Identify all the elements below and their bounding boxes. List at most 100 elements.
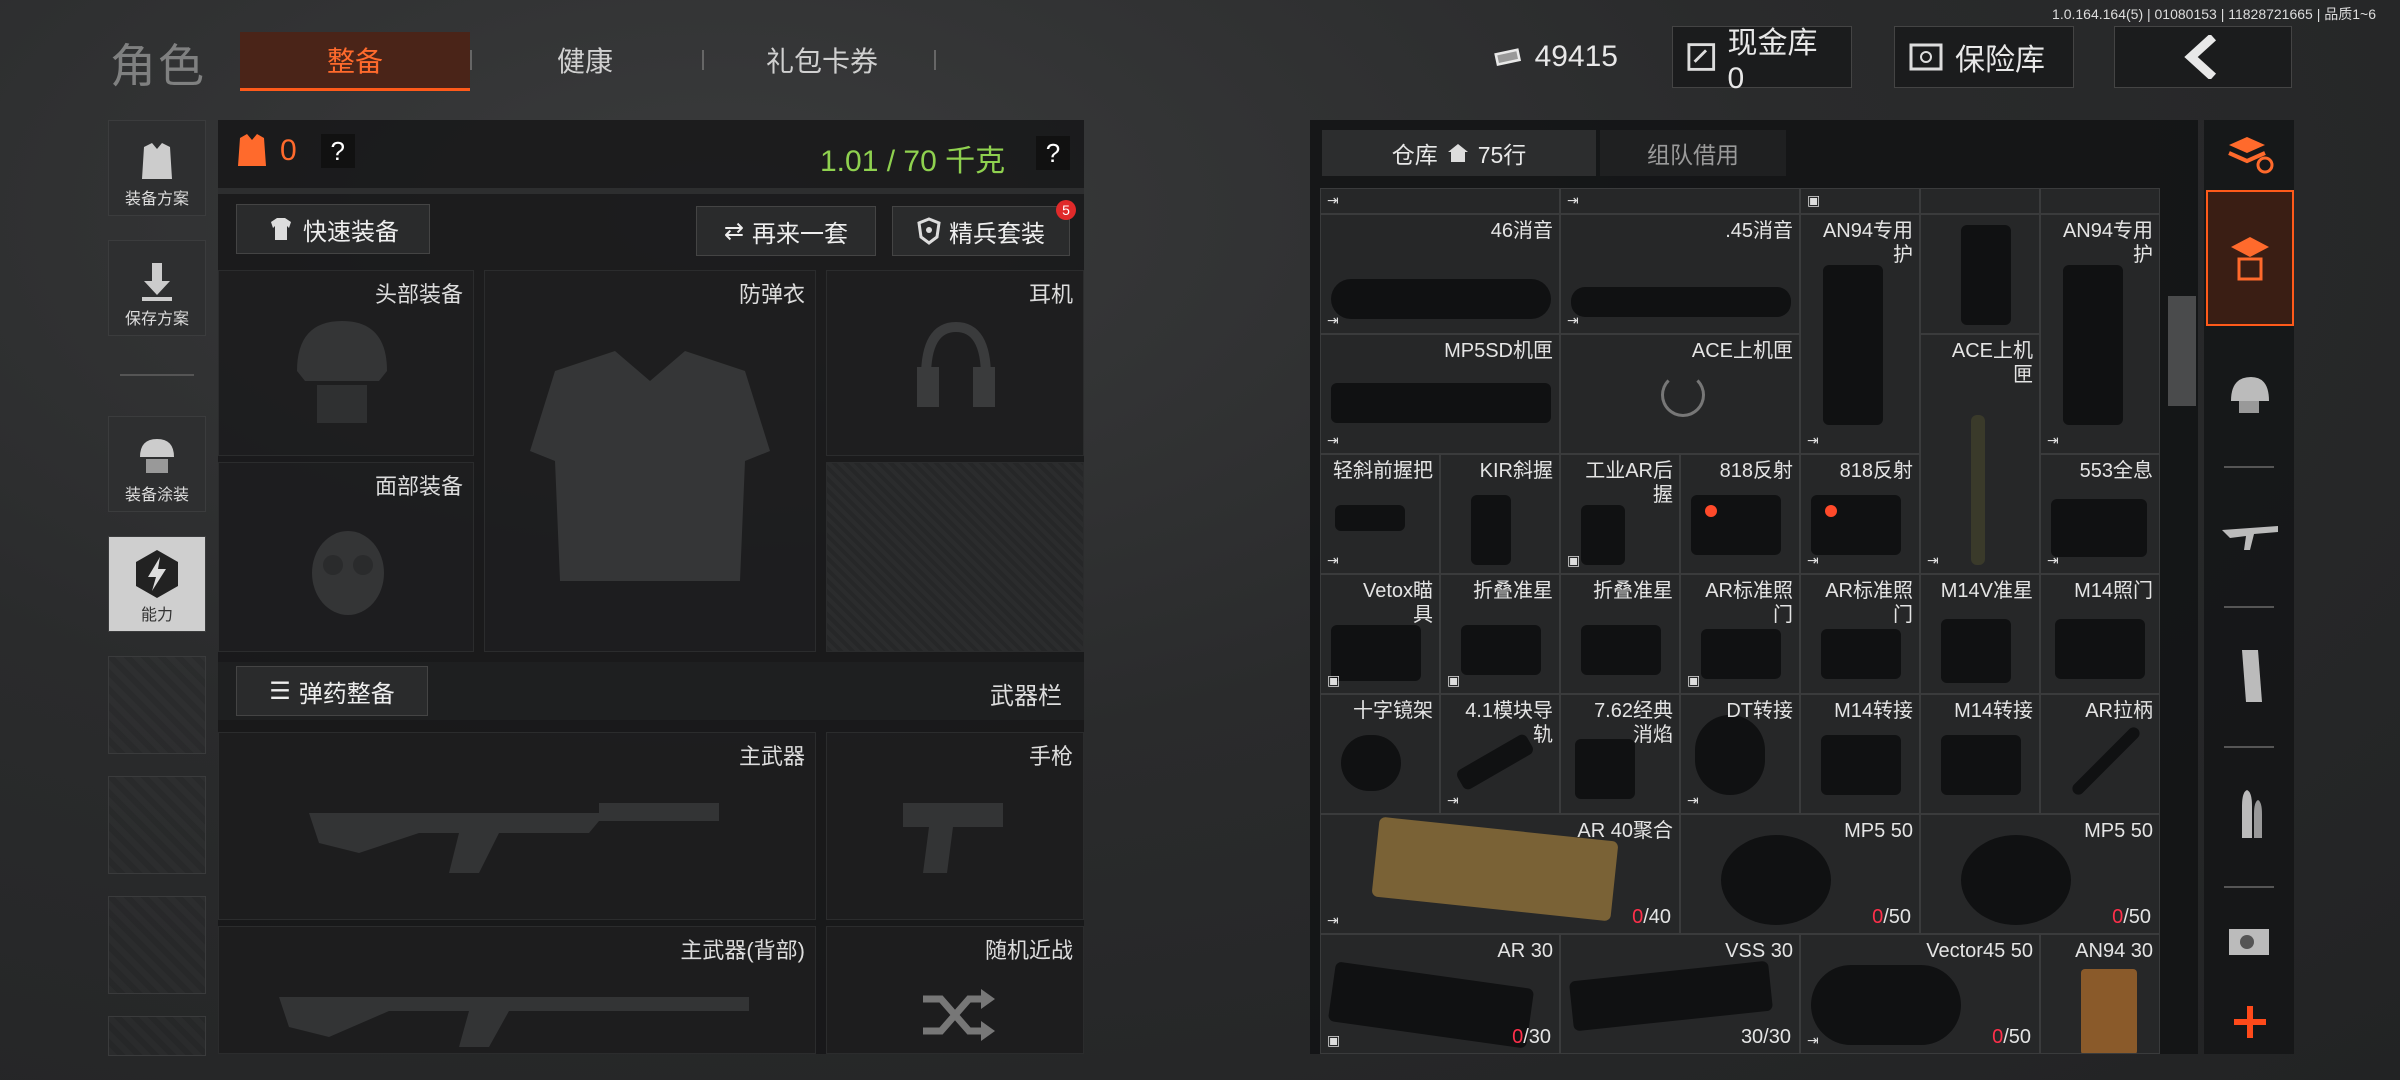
box-icon: ▣ bbox=[1447, 672, 1461, 688]
item-cell[interactable]: MP5 50 0/50 bbox=[1680, 814, 1920, 934]
item-cell[interactable]: AN94专用护 ⇥ bbox=[1800, 214, 1920, 454]
item-name: AR标准照门 bbox=[1825, 580, 1913, 626]
head-slot[interactable]: 头部装备 bbox=[218, 270, 474, 456]
box-icon: ▣ bbox=[1567, 552, 1581, 568]
quick-equip-button[interactable]: 快速装备 bbox=[236, 204, 430, 254]
item-cell[interactable]: ⇥ bbox=[1320, 188, 1560, 214]
skin-label: 装备涂装 bbox=[124, 487, 189, 504]
item-cell[interactable]: 折叠准星 ▣ bbox=[1440, 574, 1560, 694]
item-cell[interactable]: M14转接 bbox=[1920, 694, 2040, 814]
category-magazine[interactable] bbox=[2206, 616, 2294, 736]
item-cell[interactable]: Vector45 50 0/50 ⇥ bbox=[1800, 934, 2040, 1054]
category-refresh[interactable] bbox=[2206, 120, 2294, 190]
item-cell[interactable]: VSS 30 30/30 bbox=[1560, 934, 1800, 1054]
stack-refresh-icon bbox=[2228, 137, 2274, 174]
item-cell[interactable]: 折叠准星 bbox=[1560, 574, 1680, 694]
tab-team-borrow[interactable]: 组队借用 bbox=[1600, 130, 1786, 176]
item-cell[interactable]: 818反射 ⇥ bbox=[1800, 454, 1920, 574]
item-name: M14转接 bbox=[1834, 700, 1913, 722]
pistol-slot[interactable]: 手枪 bbox=[826, 732, 1084, 920]
ammo-prep-button[interactable]: ☰ 弹药整备 bbox=[236, 666, 428, 716]
item-cell[interactable]: 4.1模块导轨 ⇥ bbox=[1440, 694, 1560, 814]
item-cell[interactable]: 工业AR后握 ▣ bbox=[1560, 454, 1680, 574]
tab-equip[interactable]: 整备 bbox=[240, 32, 470, 91]
category-rifle[interactable] bbox=[2206, 476, 2294, 596]
item-cell[interactable]: AR标准照门 bbox=[1800, 574, 1920, 694]
back-button[interactable] bbox=[2114, 26, 2292, 88]
primary-weapon-slot[interactable]: 主武器 bbox=[218, 732, 816, 920]
add-category-button[interactable] bbox=[2206, 990, 2294, 1054]
item-cell[interactable]: 十字镜架 bbox=[1320, 694, 1440, 814]
item-cell[interactable]: ⇥ bbox=[1560, 188, 1800, 214]
item-cell[interactable]: 46消音 ⇥ bbox=[1320, 214, 1560, 334]
primary-back-slot[interactable]: 主武器(背部) bbox=[218, 926, 816, 1054]
loadout-plan-button[interactable]: 装备方案 bbox=[108, 120, 206, 216]
item-cell[interactable]: AR 30 0/30 ▣ bbox=[1320, 934, 1560, 1054]
insurance-vault-button[interactable]: 保险库 bbox=[1894, 26, 2074, 88]
ear-slot-label: 耳机 bbox=[1028, 282, 1073, 307]
item-cell[interactable]: AR拉柄 bbox=[2040, 694, 2160, 814]
loading-spinner bbox=[1661, 373, 1705, 417]
ear-slot[interactable]: 耳机 bbox=[826, 270, 1084, 456]
elite-set-button[interactable]: 精兵套装 bbox=[892, 206, 1070, 256]
exit-icon: ⇥ bbox=[1327, 912, 1339, 928]
tab-divider bbox=[702, 50, 704, 70]
item-cell[interactable]: 7.62经典消焰 bbox=[1560, 694, 1680, 814]
vest-icon bbox=[530, 351, 770, 581]
category-helmet[interactable] bbox=[2206, 336, 2294, 456]
box-icon: ▣ bbox=[1687, 672, 1701, 688]
item-cell[interactable] bbox=[1920, 188, 2040, 214]
item-cell[interactable]: M14照门 bbox=[2040, 574, 2160, 694]
item-cell[interactable]: ACE上机匣 ⇥ bbox=[1920, 334, 2040, 574]
item-cell[interactable]: 轻斜前握把 ⇥ bbox=[1320, 454, 1440, 574]
again-set-button[interactable]: ⇄ 再来一套 bbox=[696, 206, 876, 256]
item-cell[interactable]: 553全息 ⇥ bbox=[2040, 454, 2160, 574]
item-count: 0/30 bbox=[1512, 1026, 1551, 1048]
item-cell[interactable]: KIR斜握 bbox=[1440, 454, 1560, 574]
item-name: 折叠准星 bbox=[1593, 580, 1673, 602]
category-ammo[interactable] bbox=[2206, 756, 2294, 876]
tab-warehouse[interactable]: 仓库 75行 bbox=[1322, 130, 1596, 176]
item-cell[interactable]: AR 40聚合 0/40 ⇥ bbox=[1320, 814, 1680, 934]
weight-help-icon[interactable]: ? bbox=[1036, 136, 1070, 170]
item-cell[interactable]: DT转接 ⇥ bbox=[1680, 694, 1800, 814]
item-cell[interactable] bbox=[2040, 188, 2160, 214]
item-cell[interactable]: M14转接 bbox=[1800, 694, 1920, 814]
tab-gift[interactable]: 礼包卡券 bbox=[712, 32, 932, 88]
category-storage[interactable] bbox=[2206, 190, 2294, 326]
item-cell[interactable]: MP5 50 0/50 bbox=[1920, 814, 2160, 934]
item-name: AN94专用护 bbox=[1822, 220, 1913, 266]
exit-icon: ⇥ bbox=[1687, 792, 1699, 808]
item-cell[interactable]: MP5SD机匣 ⇥ bbox=[1320, 334, 1560, 454]
ability-label: 能力 bbox=[140, 607, 173, 624]
item-cell[interactable]: AN94专用护 ⇥ bbox=[2040, 214, 2160, 454]
item-cell[interactable]: M14V准星 bbox=[1920, 574, 2040, 694]
cash-vault-button[interactable]: 现金库 0 bbox=[1672, 26, 1852, 95]
weapon-bar-label: 武器栏 bbox=[990, 683, 1062, 710]
item-cell[interactable]: ACE上机匣 bbox=[1560, 334, 1800, 454]
item-cell[interactable]: Vetox瞄具 ▣ bbox=[1320, 574, 1440, 694]
warehouse-rows: 75行 bbox=[1477, 142, 1527, 168]
exit-icon: ⇥ bbox=[1327, 312, 1339, 328]
face-slot[interactable]: 面部装备 bbox=[218, 462, 474, 652]
category-sight[interactable] bbox=[2206, 896, 2294, 986]
melee-slot[interactable]: 随机近战 bbox=[826, 926, 1084, 1054]
item-cell[interactable]: AN94 30 bbox=[2040, 934, 2160, 1054]
item-cell[interactable]: .45消音 ⇥ bbox=[1560, 214, 1800, 334]
skin-button[interactable]: 装备涂装 bbox=[108, 416, 206, 512]
item-cell[interactable]: AR标准照门 ▣ bbox=[1680, 574, 1800, 694]
magazine-icon bbox=[1327, 961, 1535, 1049]
rifle-back-icon bbox=[279, 997, 749, 1047]
ability-button[interactable]: 能力 bbox=[108, 536, 206, 632]
ammo-prep-label: 弹药整备 bbox=[298, 680, 395, 708]
item-name: 4.1模块导轨 bbox=[1465, 700, 1553, 746]
save-plan-button[interactable]: 保存方案 bbox=[108, 240, 206, 336]
item-cell[interactable]: ▣ bbox=[1800, 188, 1920, 214]
vest-slot[interactable]: 防弹衣 bbox=[484, 270, 816, 652]
help-icon[interactable]: ? bbox=[320, 134, 355, 168]
scrollbar-thumb[interactable] bbox=[2168, 296, 2196, 406]
item-cell[interactable]: 818反射 bbox=[1680, 454, 1800, 574]
tab-health[interactable]: 健康 bbox=[480, 32, 690, 88]
item-cell[interactable] bbox=[1920, 214, 2040, 334]
warehouse-tab-label: 仓库 bbox=[1391, 142, 1438, 168]
